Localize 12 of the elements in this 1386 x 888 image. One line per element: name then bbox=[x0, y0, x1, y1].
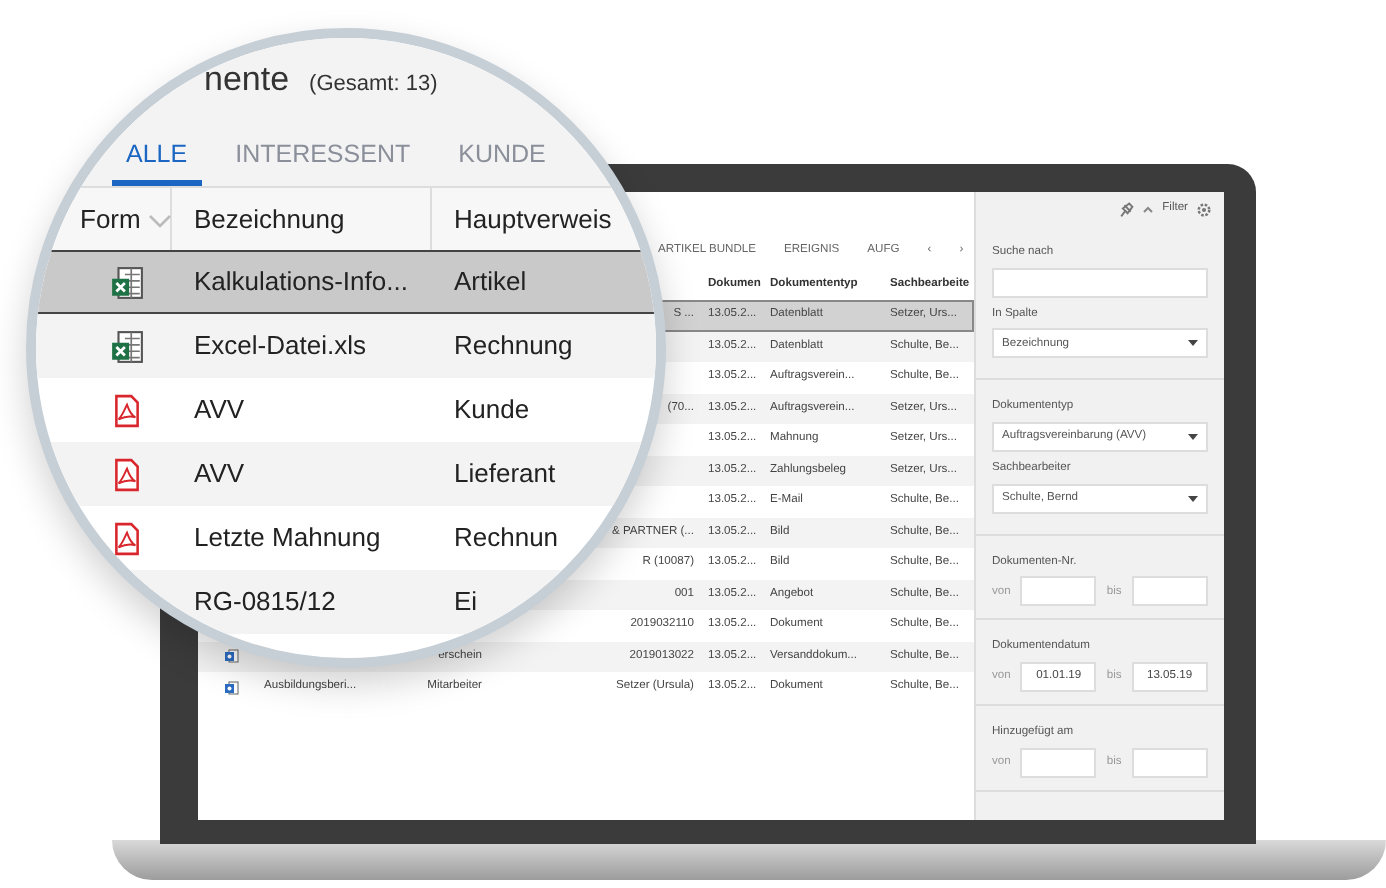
table-cell: Artikel bbox=[454, 266, 527, 297]
total-count: (Gesamt: 13) bbox=[309, 70, 438, 100]
table-cell: AVV bbox=[194, 458, 245, 489]
table-cell: Rechnung bbox=[454, 330, 573, 361]
table-cell: Rechnun bbox=[454, 522, 559, 553]
table-cell: Kalkulations-Info... bbox=[194, 266, 408, 297]
table-cell: Excel-Datei.xls bbox=[194, 330, 366, 361]
table-cell: Letzte Mahnung bbox=[194, 522, 381, 553]
table-cell: AVV bbox=[194, 394, 245, 425]
page-title: nente bbox=[204, 58, 290, 102]
table-cell: Kunde bbox=[454, 394, 530, 425]
table-cell: Lieferant bbox=[454, 458, 556, 489]
